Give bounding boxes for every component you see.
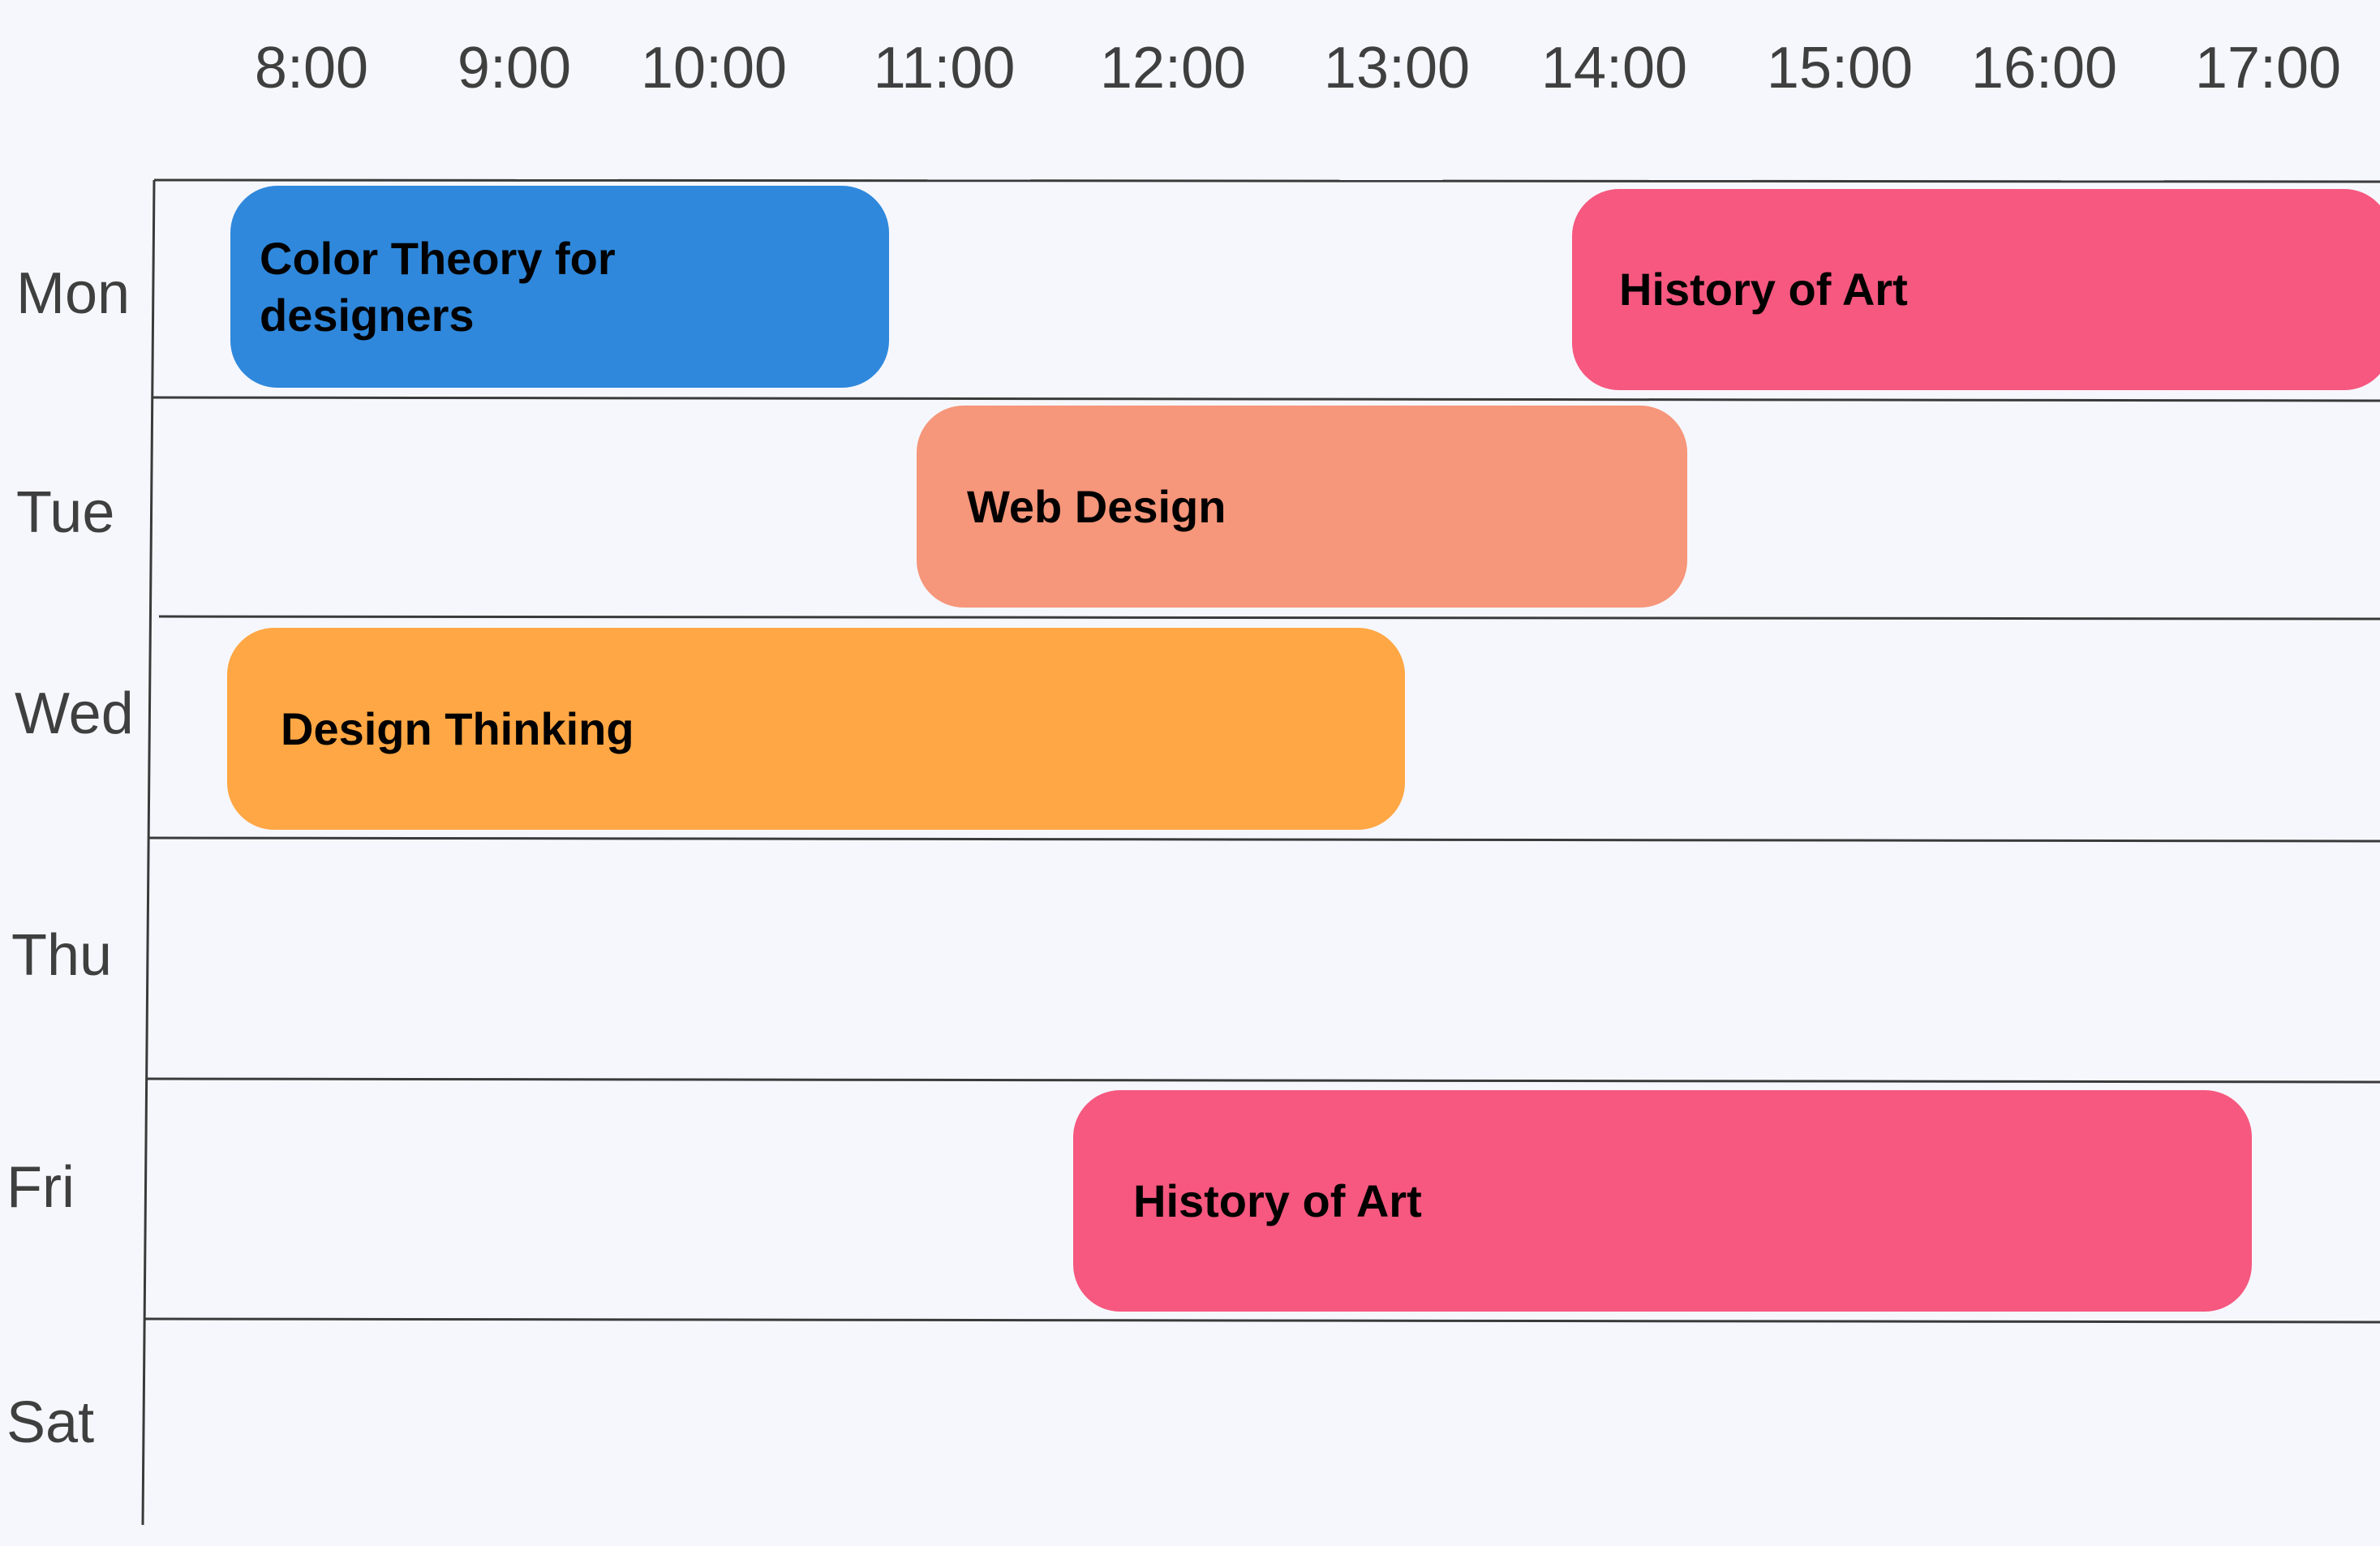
weekly-schedule: 8:00 9:00 10:00 11:00 12:00 13:00 14:00 15:00 16… xyxy=(0,0,2380,1546)
row-separator xyxy=(153,178,2380,183)
row-separator xyxy=(152,396,2380,402)
event-title: History of Art xyxy=(1619,264,1908,315)
row-separator xyxy=(147,1077,2380,1084)
event-history-of-art[interactable]: History of Art xyxy=(1572,189,2380,390)
day-label-thu: Thu xyxy=(11,923,113,988)
row-separator xyxy=(144,1317,2380,1324)
event-web-design[interactable]: Web Design xyxy=(917,406,1687,608)
event-title: History of Art xyxy=(1133,1175,1422,1226)
time-label: 17:00 xyxy=(2194,36,2342,101)
day-label-fri: Fri xyxy=(6,1155,75,1220)
event-color-theory-for-designers[interactable]: Color Theory for designers xyxy=(230,186,889,388)
event-design-thinking[interactable]: Design Thinking xyxy=(227,628,1405,830)
time-label: 10:00 xyxy=(640,36,788,101)
time-label: 15:00 xyxy=(1766,36,1914,101)
row-separator xyxy=(158,615,2380,621)
time-label: 8:00 xyxy=(254,36,369,101)
day-label-sat: Sat xyxy=(6,1390,95,1455)
event-title: Web Design xyxy=(967,480,1227,532)
event-history-of-art[interactable]: History of Art xyxy=(1073,1090,2252,1312)
time-label: 16:00 xyxy=(1970,36,2118,101)
day-axis-line xyxy=(141,179,156,1526)
time-label: 9:00 xyxy=(457,36,572,101)
time-label: 13:00 xyxy=(1323,36,1471,101)
day-label-mon: Mon xyxy=(16,261,131,326)
event-title: Color Theory for designers xyxy=(260,232,616,341)
day-label-tue: Tue xyxy=(16,480,115,545)
time-label: 12:00 xyxy=(1099,36,1247,101)
day-label-wed: Wed xyxy=(15,681,134,746)
time-label: 14:00 xyxy=(1540,36,1688,101)
time-label: 11:00 xyxy=(873,36,1016,101)
row-separator xyxy=(148,836,2380,843)
event-title: Design Thinking xyxy=(281,702,634,754)
